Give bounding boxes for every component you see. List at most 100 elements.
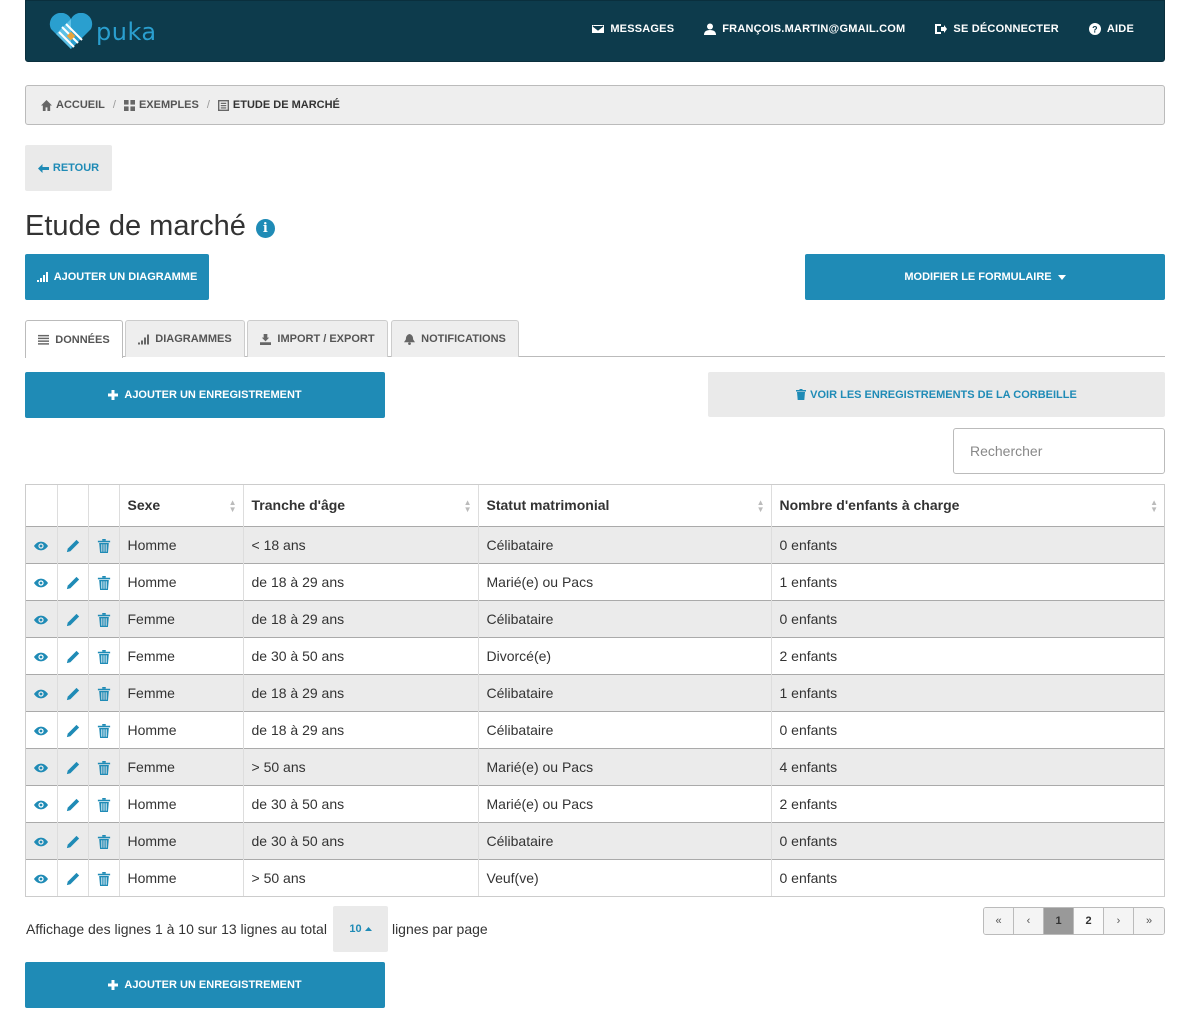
delete-button[interactable] <box>88 562 120 600</box>
add-chart-button[interactable]: AJOUTER UN DIAGRAMME <box>25 254 209 300</box>
logout-icon <box>935 24 948 34</box>
delete-button[interactable] <box>88 858 120 896</box>
table-cell: 0 enfants <box>771 599 1164 637</box>
tab-diagrammes[interactable]: DIAGRAMMES <box>125 320 245 357</box>
table-cell: 0 enfants <box>771 821 1164 859</box>
header-statut[interactable]: Statut matrimonial ▲ ▼ <box>478 485 772 526</box>
delete-button[interactable] <box>88 599 120 637</box>
view-button[interactable] <box>26 673 58 711</box>
table-cell: Célibataire <box>478 710 772 748</box>
trash-icon <box>97 834 110 849</box>
header-sexe[interactable]: Sexe ▲ ▼ <box>119 485 244 526</box>
edit-button[interactable] <box>57 525 89 563</box>
edit-button[interactable] <box>57 673 89 711</box>
table-cell: 2 enfants <box>771 784 1164 822</box>
table-cell: de 18 à 29 ans <box>243 710 479 748</box>
edit-button[interactable] <box>57 599 89 637</box>
delete-button[interactable] <box>88 636 120 674</box>
pencil-icon <box>66 835 79 848</box>
page-1[interactable]: 1 <box>1044 908 1074 934</box>
edit-form-button[interactable]: MODIFIER LE FORMULAIRE <box>805 254 1165 300</box>
breadcrumb-examples[interactable]: EXEMPLES <box>123 99 199 111</box>
table-cell: 1 enfants <box>771 562 1164 600</box>
page-2[interactable]: 2 <box>1074 908 1104 934</box>
edit-button[interactable] <box>57 636 89 674</box>
view-trash-button[interactable]: VOIR LES ENREGISTREMENTS DE LA CORBEILLE <box>708 372 1165 417</box>
info-icon[interactable]: i <box>255 219 275 238</box>
page-last[interactable]: » <box>1134 908 1164 934</box>
edit-button[interactable] <box>57 710 89 748</box>
caret-down-icon <box>1057 274 1066 280</box>
tab-notifications[interactable]: NOTIFICATIONS <box>391 320 519 357</box>
view-button[interactable] <box>26 599 58 637</box>
delete-button[interactable] <box>88 525 120 563</box>
user-icon <box>704 23 717 35</box>
view-button[interactable] <box>26 747 58 785</box>
pencil-icon <box>66 613 79 626</box>
table-cell: Homme <box>119 562 244 600</box>
add-record-button[interactable]: AJOUTER UN ENREGISTREMENT <box>25 372 385 418</box>
eye-icon <box>34 615 49 625</box>
breadcrumb-current: ETUDE DE MARCHÉ <box>217 99 340 111</box>
pencil-icon <box>66 872 79 886</box>
page-next[interactable]: › <box>1104 908 1134 934</box>
delete-button[interactable] <box>88 673 120 711</box>
tab-import-export[interactable]: IMPORT / EXPORT <box>247 320 388 357</box>
trash-icon <box>97 612 110 627</box>
nav-help[interactable]: ? AIDE <box>1088 23 1134 35</box>
view-button[interactable] <box>26 636 58 674</box>
svg-text:?: ? <box>1092 25 1098 35</box>
table-cell: de 30 à 50 ans <box>243 821 479 859</box>
page-first[interactable]: « <box>984 908 1014 934</box>
back-button[interactable]: RETOUR <box>25 145 112 191</box>
nav-help-label: AIDE <box>1106 23 1134 35</box>
nav-logout[interactable]: SE DÉCONNECTER <box>935 23 1059 35</box>
view-button[interactable] <box>26 858 58 896</box>
view-button[interactable] <box>26 710 58 748</box>
edit-button[interactable] <box>57 858 89 896</box>
header-tranche-age[interactable]: Tranche d'âge ▲ ▼ <box>243 485 479 526</box>
page-size-dropdown[interactable]: 10 <box>332 906 388 952</box>
pencil-icon <box>66 761 79 774</box>
trash-icon <box>97 649 110 664</box>
delete-button[interactable] <box>88 784 120 822</box>
nav-user[interactable]: FRANÇOIS.MARTIN@GMAIL.COM <box>704 23 905 35</box>
edit-button[interactable] <box>57 821 89 859</box>
breadcrumb-home[interactable]: ACCUEIL <box>41 99 105 111</box>
table-cell: Célibataire <box>478 821 772 859</box>
table-row: Femme de 18 à 29 ans Célibataire 0 enfants <box>26 599 1164 637</box>
logo[interactable]: puka <box>48 13 157 51</box>
nav-messages[interactable]: MESSAGES <box>592 23 674 35</box>
table-row: Homme > 50 ans Veuf(ve) 0 enfants <box>26 858 1164 896</box>
delete-button[interactable] <box>88 747 120 785</box>
pencil-icon <box>66 798 79 811</box>
sort-icon: ▲ ▼ <box>1150 498 1158 514</box>
header-enfants[interactable]: Nombre d'enfants à charge ▲ ▼ <box>771 485 1164 526</box>
header-view <box>26 485 58 526</box>
table-row: Homme de 30 à 50 ans Marié(e) ou Pacs 2 enf… <box>26 784 1164 822</box>
view-button[interactable] <box>26 784 58 822</box>
sort-icon: ▲ ▼ <box>463 498 472 514</box>
table-row: Homme < 18 ans Célibataire 0 enfants <box>26 525 1164 563</box>
edit-button[interactable] <box>57 784 89 822</box>
tab-notifications-label: NOTIFICATIONS <box>421 333 506 345</box>
delete-button[interactable] <box>88 821 120 859</box>
header-statut-label: Statut matrimonial <box>486 497 610 514</box>
table-cell: Homme <box>119 821 244 859</box>
search-input[interactable] <box>953 428 1165 474</box>
add-record-button-bottom[interactable]: AJOUTER UN ENREGISTREMENT <box>25 962 385 1008</box>
view-button[interactable] <box>26 821 58 859</box>
import-export-icon <box>260 333 272 345</box>
view-button[interactable] <box>26 562 58 600</box>
tab-donnees[interactable]: DONNÉES <box>25 320 123 358</box>
table-cell: Divorcé(e) <box>478 636 772 674</box>
puka-logo-icon <box>49 13 93 49</box>
breadcrumb-current-label: ETUDE DE MARCHÉ <box>232 99 340 111</box>
edit-button[interactable] <box>57 562 89 600</box>
edit-button[interactable] <box>57 747 89 785</box>
grid-icon <box>123 99 135 111</box>
delete-button[interactable] <box>88 710 120 748</box>
table-cell: Marié(e) ou Pacs <box>478 784 772 822</box>
view-button[interactable] <box>26 525 58 563</box>
page-prev[interactable]: ‹ <box>1014 908 1044 934</box>
